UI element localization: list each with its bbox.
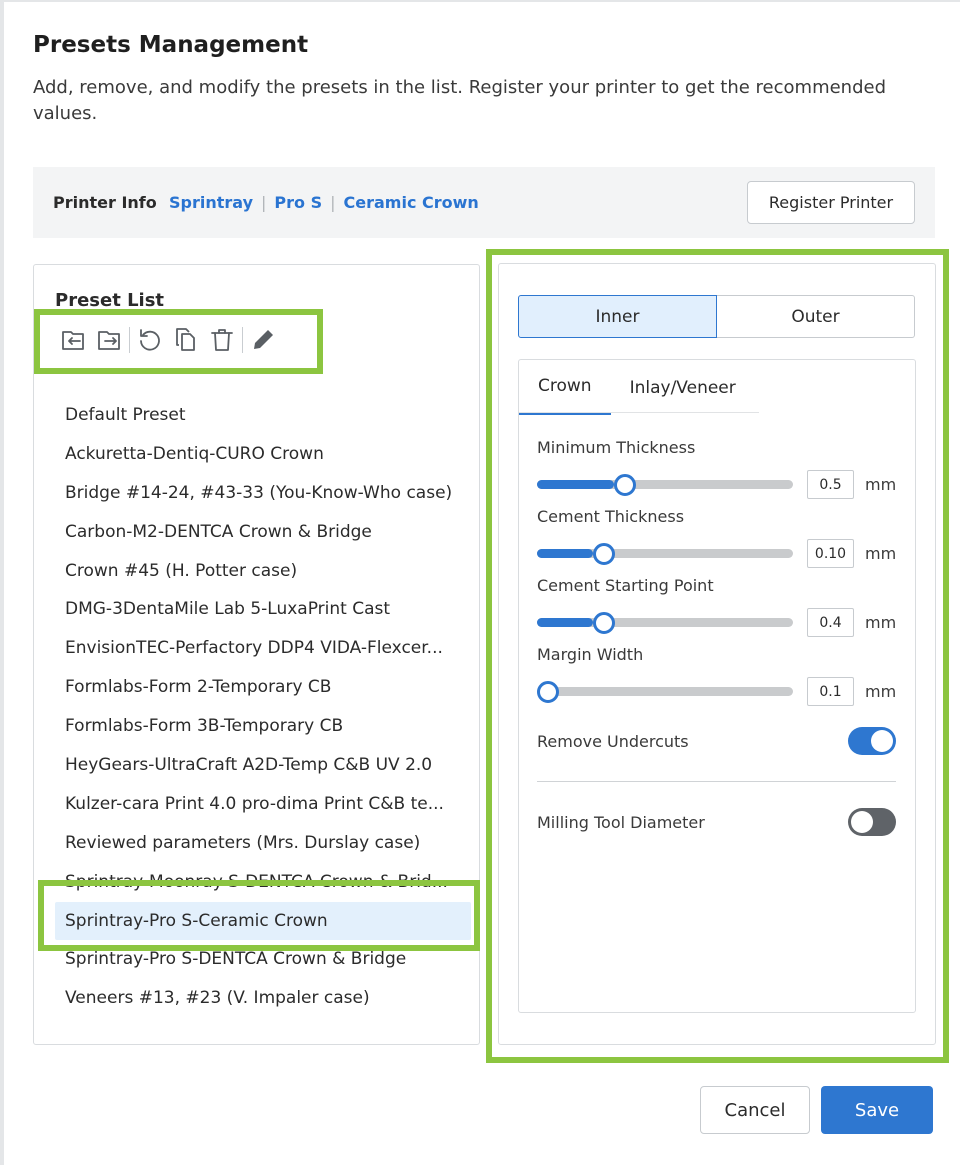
preset-item[interactable]: DMG-3DentaMile Lab 5-LuxaPrint Cast bbox=[34, 590, 479, 629]
minimum-thickness-slider[interactable] bbox=[537, 474, 793, 496]
milling-tool-diameter-toggle[interactable] bbox=[848, 808, 896, 836]
printer-model-link[interactable]: Pro S bbox=[274, 193, 322, 212]
cement-thickness-input[interactable] bbox=[807, 539, 854, 568]
cement-starting-point-slider[interactable] bbox=[537, 612, 793, 634]
preset-item[interactable]: Bridge #14-24, #43-33 (You-Know-Who case… bbox=[34, 474, 479, 513]
restoration-tabs: Crown Inlay/Veneer bbox=[519, 360, 755, 415]
separator: | bbox=[330, 193, 336, 212]
unit-label: mm bbox=[865, 544, 897, 563]
preset-list-panel: Preset List Default Preset Ackuretta-Den… bbox=[33, 264, 480, 1045]
edit-icon[interactable] bbox=[245, 323, 281, 357]
printer-info-bar: Printer Info Sprintray | Pro S | Ceramic Cro… bbox=[33, 167, 935, 238]
toggle-knob bbox=[871, 730, 893, 752]
preset-item[interactable]: Crown #45 (H. Potter case) bbox=[34, 552, 479, 591]
cement-starting-point-input[interactable] bbox=[807, 608, 854, 637]
slider-fill bbox=[537, 618, 593, 627]
export-icon[interactable] bbox=[91, 323, 127, 357]
unit-label: mm bbox=[865, 613, 897, 632]
minimum-thickness-input[interactable] bbox=[807, 470, 854, 499]
toggle-knob bbox=[851, 811, 873, 833]
unit-label: mm bbox=[865, 475, 897, 494]
segment-inner[interactable]: Inner bbox=[518, 295, 717, 338]
remove-undercuts-label: Remove Undercuts bbox=[537, 732, 689, 751]
register-printer-button[interactable]: Register Printer bbox=[747, 181, 915, 224]
preset-item[interactable]: Ackuretta-Dentiq-CURO Crown bbox=[34, 435, 479, 474]
save-button[interactable]: Save bbox=[821, 1086, 933, 1134]
preset-item[interactable]: Carbon-M2-DENTCA Crown & Bridge bbox=[34, 513, 479, 552]
preset-item[interactable]: Sprintray-Pro S-DENTCA Crown & Bridge bbox=[34, 940, 479, 979]
import-icon[interactable] bbox=[55, 323, 91, 357]
separator: | bbox=[261, 193, 267, 212]
cancel-button[interactable]: Cancel bbox=[700, 1086, 810, 1134]
preset-item[interactable]: Reviewed parameters (Mrs. Durslay case) bbox=[34, 824, 479, 863]
printer-material-link[interactable]: Ceramic Crown bbox=[344, 193, 479, 212]
settings-divider bbox=[537, 781, 896, 782]
toolbar-divider bbox=[242, 327, 243, 353]
segment-outer[interactable]: Outer bbox=[717, 295, 915, 338]
printer-info-label: Printer Info bbox=[53, 193, 157, 212]
printer-brand-link[interactable]: Sprintray bbox=[169, 193, 253, 212]
tab-inlay-veneer[interactable]: Inlay/Veneer bbox=[611, 360, 755, 415]
preset-list: Default Preset Ackuretta-Dentiq-CURO Cro… bbox=[34, 396, 479, 1018]
reset-icon[interactable] bbox=[132, 323, 168, 357]
inner-outer-switch: Inner Outer bbox=[518, 295, 915, 338]
slider-track bbox=[537, 687, 793, 696]
minimum-thickness-label: Minimum Thickness bbox=[537, 438, 696, 457]
unit-label: mm bbox=[865, 682, 897, 701]
toolbar-divider bbox=[129, 327, 130, 353]
delete-icon[interactable] bbox=[204, 323, 240, 357]
tab-crown[interactable]: Crown bbox=[519, 360, 611, 415]
slider-thumb[interactable] bbox=[537, 681, 559, 703]
slider-thumb[interactable] bbox=[593, 612, 615, 634]
preset-item[interactable]: EnvisionTEC-Perfactory DDP4 VIDA-Flexcer… bbox=[34, 629, 479, 668]
cement-thickness-slider[interactable] bbox=[537, 543, 793, 565]
tabs-underline bbox=[519, 412, 759, 413]
dialog-title: Presets Management bbox=[33, 32, 309, 58]
printer-info-links: Sprintray | Pro S | Ceramic Crown bbox=[169, 193, 479, 212]
preset-item[interactable]: HeyGears-UltraCraft A2D-Temp C&B UV 2.0 bbox=[34, 746, 479, 785]
slider-fill bbox=[537, 549, 593, 558]
cement-thickness-label: Cement Thickness bbox=[537, 507, 685, 526]
margin-width-slider[interactable] bbox=[537, 681, 793, 703]
preset-toolbar bbox=[55, 323, 281, 357]
window-frame-left bbox=[0, 0, 4, 1165]
preset-item[interactable]: Sprintray-Moonray S-DENTCA Crown & Brid.… bbox=[34, 863, 479, 902]
slider-thumb[interactable] bbox=[614, 474, 636, 496]
preset-settings-panel: Inner Outer Crown Inlay/Veneer Minimum T… bbox=[498, 263, 936, 1045]
settings-card: Crown Inlay/Veneer Minimum Thickness mm … bbox=[518, 359, 916, 1013]
preset-item[interactable]: Veneers #13, #23 (V. Impaler case) bbox=[34, 979, 479, 1018]
preset-item-selected[interactable]: Sprintray-Pro S-Ceramic Crown bbox=[55, 901, 471, 941]
window-frame-top bbox=[0, 0, 960, 2]
cement-starting-point-label: Cement Starting Point bbox=[537, 576, 714, 595]
preset-item[interactable]: Default Preset bbox=[34, 396, 479, 435]
dialog-description: Add, remove, and modify the presets in t… bbox=[33, 77, 887, 124]
remove-undercuts-toggle[interactable] bbox=[848, 727, 896, 755]
duplicate-icon[interactable] bbox=[168, 323, 204, 357]
preset-item[interactable]: Kulzer-cara Print 4.0 pro-dima Print C&B… bbox=[34, 785, 479, 824]
slider-fill bbox=[537, 480, 614, 489]
margin-width-input[interactable] bbox=[807, 677, 854, 706]
preset-item[interactable]: Formlabs-Form 3B-Temporary CB bbox=[34, 707, 479, 746]
preset-list-title: Preset List bbox=[55, 290, 165, 311]
slider-thumb[interactable] bbox=[593, 543, 615, 565]
margin-width-label: Margin Width bbox=[537, 645, 644, 664]
preset-item[interactable]: Formlabs-Form 2-Temporary CB bbox=[34, 668, 479, 707]
milling-tool-diameter-label: Milling Tool Diameter bbox=[537, 813, 705, 832]
